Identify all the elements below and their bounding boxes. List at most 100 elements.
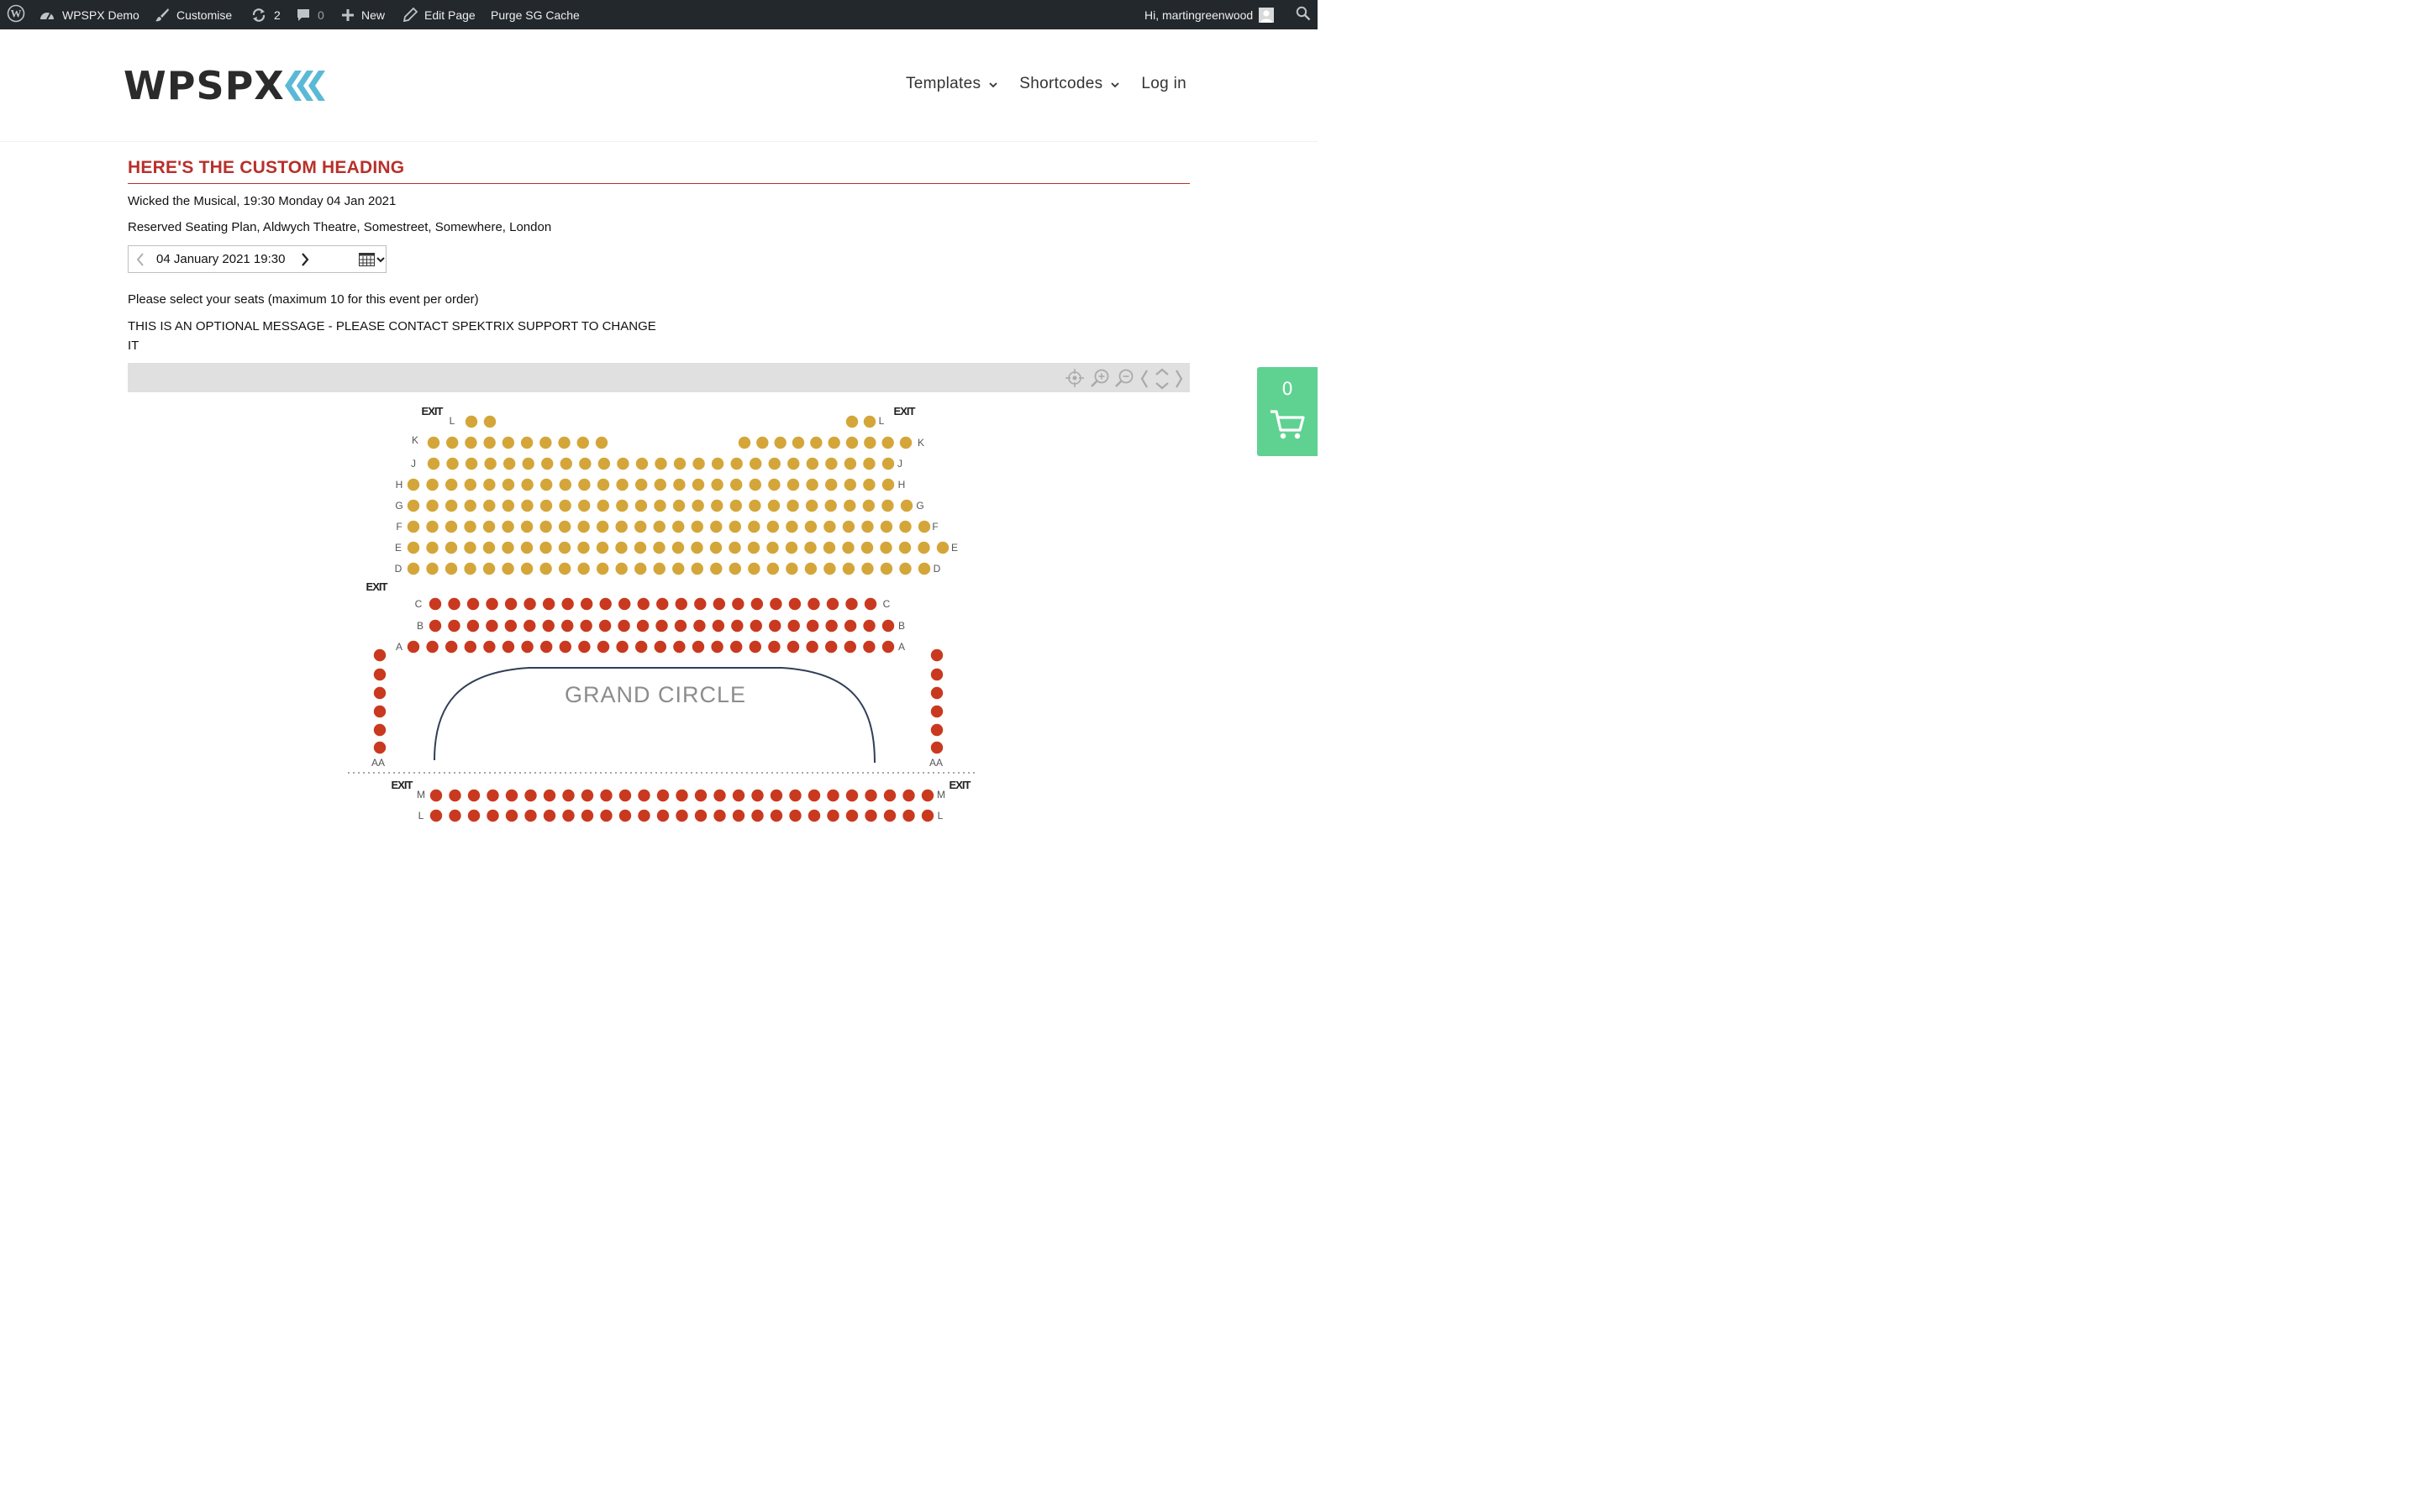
seat-row-g[interactable] [824, 499, 837, 512]
seat-row-m[interactable] [921, 789, 934, 802]
seat-row-d[interactable] [786, 562, 798, 575]
seat-row-f[interactable] [577, 520, 590, 533]
seat-row-j[interactable] [730, 457, 743, 470]
seat-row-c[interactable] [675, 597, 687, 611]
seat-row-m[interactable] [694, 789, 708, 802]
seat-row-b[interactable] [863, 619, 876, 633]
seat-row-g[interactable] [464, 499, 476, 512]
seat-row-b[interactable] [693, 619, 706, 633]
seat-row-a[interactable] [464, 640, 476, 654]
seat-row-g[interactable] [729, 499, 743, 512]
seat-row-j[interactable] [484, 457, 497, 470]
seat-row-d[interactable] [445, 562, 458, 575]
seat-row-h[interactable] [806, 478, 818, 491]
seat-row-a[interactable] [483, 640, 496, 654]
seat-row-b[interactable] [429, 619, 442, 633]
seat-row-e[interactable] [747, 541, 760, 554]
seat-row-b[interactable] [618, 619, 630, 633]
seat-row-aa[interactable] [373, 741, 387, 754]
seat-row-g[interactable] [692, 499, 704, 512]
seat-row-l-lower[interactable] [676, 809, 688, 822]
seat-row-aa[interactable] [373, 668, 387, 681]
seat-row-e[interactable] [502, 541, 514, 554]
seat-row-e[interactable] [936, 541, 950, 554]
admin-search-button[interactable] [1296, 0, 1311, 29]
seat-row-g[interactable] [616, 499, 629, 512]
seat-row-d[interactable] [823, 562, 836, 575]
seat-row-l-lower[interactable] [505, 809, 518, 822]
seat-row-k[interactable] [738, 436, 751, 449]
seat-row-d[interactable] [596, 562, 609, 575]
seat-row-j[interactable] [844, 457, 857, 470]
seat-row-c[interactable] [694, 597, 707, 611]
seat-row-b[interactable] [674, 619, 687, 633]
seat-row-j[interactable] [446, 457, 459, 470]
seat-row-l-lower[interactable] [921, 809, 934, 822]
seat-row-g[interactable] [862, 499, 876, 512]
seat-row-a[interactable] [426, 640, 439, 654]
seat-row-b[interactable] [881, 619, 895, 633]
account-menu[interactable]: Hi, martingreenwood [1144, 0, 1275, 29]
seat-row-c[interactable] [656, 597, 669, 611]
seat-row-k[interactable] [845, 436, 859, 449]
seat-row-e[interactable] [426, 541, 439, 554]
seat-row-a[interactable] [844, 640, 856, 654]
seat-row-a[interactable] [881, 640, 895, 654]
seat-row-c[interactable] [504, 597, 518, 611]
seat-row-f[interactable] [918, 520, 931, 533]
seat-row-j[interactable] [692, 457, 705, 470]
seat-row-e[interactable] [407, 541, 420, 554]
seat-row-d[interactable] [766, 562, 780, 575]
seat-row-aa[interactable] [373, 686, 387, 700]
seat-row-j[interactable] [655, 457, 667, 470]
seat-row-a[interactable] [578, 640, 591, 654]
seat-row-m[interactable] [524, 789, 537, 802]
seat-row-d[interactable] [804, 562, 818, 575]
seat-row-d[interactable] [407, 562, 420, 575]
previous-date-button[interactable] [135, 253, 145, 270]
seat-row-m[interactable] [562, 789, 575, 802]
seat-row-k[interactable] [864, 436, 876, 449]
seat-row-f[interactable] [880, 520, 893, 533]
seat-row-b[interactable] [598, 619, 612, 633]
seat-row-h[interactable] [881, 478, 895, 491]
seat-row-d[interactable] [615, 562, 628, 575]
seat-row-f[interactable] [842, 520, 855, 533]
seat-row-a[interactable] [692, 640, 705, 654]
seat-row-l-lower[interactable] [865, 809, 877, 822]
seat-row-g[interactable] [502, 499, 515, 512]
seat-row-j[interactable] [465, 457, 478, 470]
seat-row-h[interactable] [578, 478, 591, 491]
seat-row-h[interactable] [711, 478, 723, 491]
seat-row-f[interactable] [445, 520, 458, 533]
seat-row-l-lower[interactable] [618, 809, 632, 822]
seat-row-aa[interactable] [930, 741, 944, 754]
seat-row-a[interactable] [445, 640, 458, 654]
seat-row-h[interactable] [597, 478, 610, 491]
nav-item-login[interactable]: Log in [1141, 75, 1186, 93]
seat-row-m[interactable] [467, 789, 481, 802]
seat-row-m[interactable] [676, 789, 688, 802]
seat-row-f[interactable] [786, 520, 798, 533]
seat-row-l-lower[interactable] [600, 809, 613, 822]
seat-row-c[interactable] [808, 597, 820, 611]
seat-row-c[interactable] [770, 597, 782, 611]
seat-row-f[interactable] [861, 520, 874, 533]
seat-row-l[interactable] [863, 415, 876, 428]
seat-row-j[interactable] [597, 457, 611, 470]
zoom-out-button[interactable] [1113, 367, 1135, 393]
seat-row-f[interactable] [710, 520, 723, 533]
seat-row-m[interactable] [600, 789, 613, 802]
seat-row-b[interactable] [787, 619, 800, 633]
seat-row-g[interactable] [711, 499, 723, 512]
seat-row-k[interactable] [465, 436, 477, 449]
seat-row-d[interactable] [899, 562, 912, 575]
purge-cache-menu[interactable]: Purge SG Cache [491, 0, 580, 29]
seat-row-h[interactable] [445, 478, 458, 491]
seat-row-aa[interactable] [930, 648, 944, 662]
seat-row-k[interactable] [774, 436, 786, 449]
seat-row-m[interactable] [487, 789, 499, 802]
seat-row-k[interactable] [483, 436, 496, 449]
seat-row-b[interactable] [448, 619, 460, 633]
seat-row-l-lower[interactable] [808, 809, 821, 822]
